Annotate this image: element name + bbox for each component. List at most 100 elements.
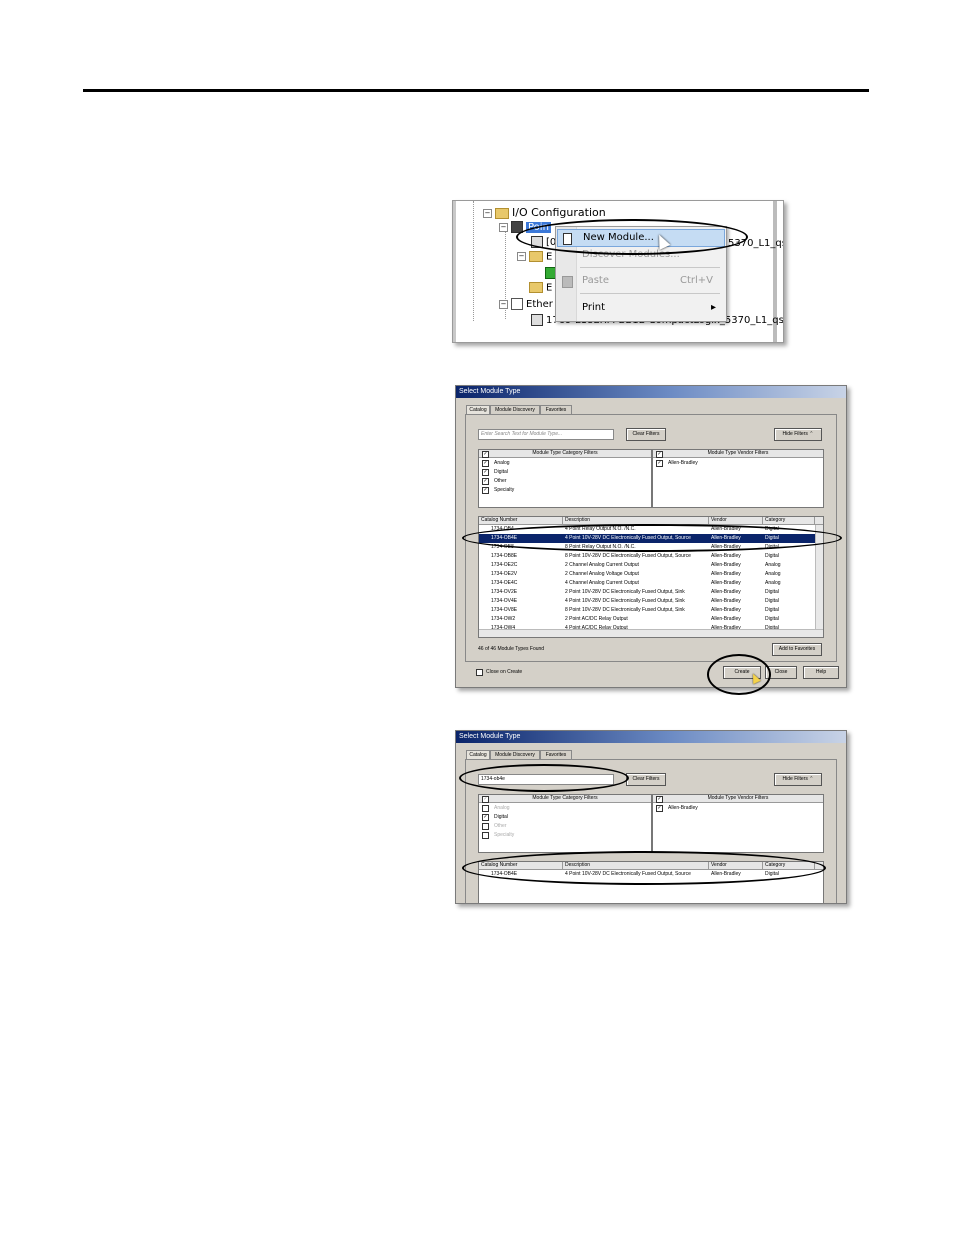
table-horizontal-scrollbar[interactable] — [479, 629, 823, 637]
callout-oval-search — [459, 764, 629, 792]
cell-description: 4 Channel Analog Current Output — [565, 580, 639, 586]
add-to-favorites-button[interactable]: Add to Favorites — [772, 643, 822, 656]
module-count-status: 46 of 46 Module Types Found — [478, 646, 545, 652]
cell-vendor: Allen-Bradley — [711, 562, 741, 568]
checkbox-allen-bradley[interactable]: ✓ — [656, 805, 663, 812]
vendor-filter-box: Module Type Vendor Filters ✓ ✓ Allen-Bra… — [652, 794, 824, 853]
module-icon — [531, 314, 543, 326]
help-button[interactable]: Help — [803, 666, 839, 679]
submenu-arrow-icon: ▸ — [711, 302, 717, 313]
checkbox-other[interactable]: ✓ — [482, 478, 489, 485]
checkbox-specialty[interactable] — [482, 832, 489, 839]
clear-filters-button[interactable]: Clear Filters — [626, 428, 666, 441]
cell-category: Digital — [765, 553, 779, 559]
cell-category: Digital — [765, 607, 779, 613]
vendor-select-all-checkbox[interactable]: ✓ — [656, 451, 663, 458]
collapse-icon[interactable]: − — [499, 222, 508, 232]
folder-icon — [495, 207, 509, 219]
tree-node-e2[interactable]: E — [529, 282, 552, 294]
menu-item-paste[interactable]: Paste Ctrl+V — [557, 273, 723, 289]
callout-oval-selected-row — [462, 524, 842, 552]
cell-category: Analog — [765, 562, 781, 568]
cell-category: Digital — [765, 598, 779, 604]
category-filter-box: Module Type Category Filters ✓ Analog ✓ … — [478, 794, 652, 853]
vendor-label-allen-bradley: Allen-Bradley — [668, 460, 698, 466]
cell-catalog-number: 1734-OB8E — [491, 553, 518, 559]
table-row[interactable]: 1734-OE2V 2 Channel Analog Voltage Output… — [479, 570, 823, 579]
cell-description: 2 Point AC/DC Relay Output — [565, 616, 628, 622]
chevron-up-icon: ⌃ — [809, 776, 814, 782]
menu-item-print[interactable]: Print ▸ — [557, 300, 723, 316]
table-row[interactable]: 1734-OE4C 4 Channel Analog Current Output… — [479, 579, 823, 588]
cell-vendor: Allen-Bradley — [711, 589, 741, 595]
dialog-title: Select Module Type — [456, 386, 846, 398]
left-scroll-edge — [453, 201, 456, 342]
collapse-icon[interactable]: − — [499, 299, 508, 309]
column-description[interactable]: Description — [563, 517, 709, 524]
checkbox-allen-bradley[interactable]: ✓ — [656, 460, 663, 467]
paste-icon — [562, 276, 573, 288]
folder-icon — [529, 251, 543, 262]
dialog-title: Select Module Type — [456, 731, 846, 743]
collapse-icon[interactable]: − — [483, 208, 492, 218]
category-label-other: Other — [494, 478, 507, 484]
table-row[interactable]: 1734-OV4E 4 Point 10V-28V DC Electronical… — [479, 597, 823, 606]
folder-icon — [529, 282, 543, 293]
table-row[interactable]: 1734-OV8E 8 Point 10V-28V DC Electronical… — [479, 606, 823, 615]
category-select-all-checkbox[interactable]: ✓ — [482, 451, 489, 458]
table-row[interactable]: 1734-OE2C 2 Channel Analog Current Output… — [479, 561, 823, 570]
menu-separator — [580, 293, 720, 294]
checkbox-other[interactable] — [482, 823, 489, 830]
vendor-filter-header: Module Type Vendor Filters — [653, 795, 823, 803]
cell-category: Digital — [765, 589, 779, 595]
category-label-digital: Digital — [494, 814, 508, 820]
search-input[interactable]: Enter Search Text for Module Type... — [478, 429, 614, 440]
cell-catalog-number: 1734-OW2 — [491, 616, 516, 622]
cell-catalog-number: 1734-OV8E — [491, 607, 518, 613]
category-label-specialty: Specialty — [494, 832, 515, 838]
hide-filters-button[interactable]: Hide Filters ⌃ — [774, 773, 822, 786]
vendor-filter-header: Module Type Vendor Filters — [653, 450, 823, 458]
cell-category: Digital — [765, 616, 779, 622]
checkbox-specialty[interactable]: ✓ — [482, 487, 489, 494]
cell-category: Analog — [765, 571, 781, 577]
checkbox-analog[interactable] — [482, 805, 489, 812]
vendor-filter-box: Module Type Vendor Filters ✓ ✓ Allen-Bra… — [652, 449, 824, 508]
checkbox-digital[interactable]: ✓ — [482, 469, 489, 476]
vendor-select-all-checkbox[interactable]: ✓ — [656, 796, 663, 803]
vendor-label-allen-bradley: Allen-Bradley — [668, 805, 698, 811]
column-catalog-number[interactable]: Catalog Number — [479, 517, 563, 524]
header-rule — [83, 89, 869, 92]
category-filter-header: Module Type Category Filters — [479, 450, 651, 458]
tree-node-e1[interactable]: − E — [517, 251, 552, 263]
category-filter-box: Module Type Category Filters ✓ ✓ Analog … — [478, 449, 652, 508]
category-select-all-checkbox[interactable]: ✓ — [482, 796, 489, 803]
column-category[interactable]: Category — [763, 517, 815, 524]
cell-vendor: Allen-Bradley — [711, 616, 741, 622]
cell-description: 2 Point 10V-28V DC Electronically Fused … — [565, 589, 685, 595]
menu-separator — [580, 267, 720, 268]
table-row[interactable]: 1734-OV2E 2 Point 10V-28V DC Electronical… — [479, 588, 823, 597]
table-row[interactable]: 1734-OB8E 8 Point 10V-28V DC Electronical… — [479, 552, 823, 561]
close-on-create-checkbox[interactable] — [476, 669, 483, 676]
clear-filters-button[interactable]: Clear Filters — [626, 773, 666, 786]
category-label-digital: Digital — [494, 469, 508, 475]
callout-oval-create — [707, 654, 771, 695]
collapse-icon[interactable]: − — [517, 252, 526, 261]
hide-filters-button[interactable]: Hide Filters ⌃ — [774, 428, 822, 441]
checkbox-analog[interactable]: ✓ — [482, 460, 489, 467]
category-label-analog: Analog — [494, 460, 510, 466]
tree-node-ethernet[interactable]: − Ether — [499, 298, 553, 310]
column-vendor[interactable]: Vendor — [709, 517, 763, 524]
table-row[interactable]: 1734-OW2 2 Point AC/DC Relay Output Allen-… — [479, 615, 823, 624]
cell-description: 2 Channel Analog Current Output — [565, 562, 639, 568]
network-icon — [511, 298, 523, 310]
cell-description: 2 Channel Analog Voltage Output — [565, 571, 639, 577]
cell-description: 8 Point 10V-28V DC Electronically Fused … — [565, 553, 691, 559]
cell-vendor: Allen-Bradley — [711, 553, 741, 559]
tree-node-io-configuration[interactable]: − I/O Configuration — [483, 206, 606, 219]
category-label-other: Other — [494, 823, 507, 829]
cell-vendor: Allen-Bradley — [711, 598, 741, 604]
cell-category: Analog — [765, 580, 781, 586]
checkbox-digital[interactable]: ✓ — [482, 814, 489, 821]
